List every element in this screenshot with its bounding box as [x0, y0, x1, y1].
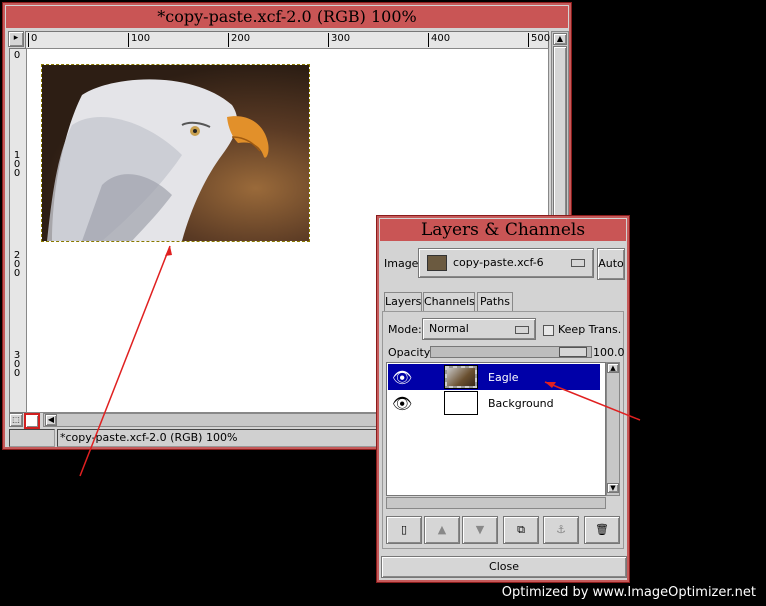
image-thumbnail-icon	[427, 255, 447, 271]
tab-layers[interactable]: Layers	[384, 292, 422, 311]
ruler-tick: 100	[13, 150, 21, 179]
layers-vertical-scrollbar[interactable]: ▲ ▼	[606, 362, 620, 496]
eagle-thumbnail-image	[447, 368, 475, 386]
keep-trans-label: Keep Trans.	[558, 323, 622, 336]
tab-channels[interactable]: Channels	[423, 292, 475, 311]
dropdown-icon	[515, 326, 529, 334]
ruler-tick: 100	[128, 33, 150, 47]
anchor-layer-button[interactable]: ⚓	[543, 516, 579, 544]
vertical-ruler: 0 100 200 300	[9, 48, 27, 413]
tab-paths[interactable]: Paths	[477, 292, 513, 311]
delete-layer-button[interactable]: 🗑	[584, 516, 620, 544]
layer-name: Eagle	[488, 371, 519, 384]
ruler-tick: 200	[13, 250, 21, 279]
ruler-tick: 300	[328, 33, 350, 47]
keep-trans-checkbox[interactable]	[543, 325, 554, 336]
status-bar: *copy-paste.xcf-2.0 (RGB) 100%	[57, 429, 401, 447]
ruler-tick: 0	[28, 33, 37, 47]
quickmask-on-button[interactable]	[24, 413, 40, 429]
mode-select-value: Normal	[429, 322, 469, 335]
quickmask-off-button[interactable]: ⬚	[9, 413, 23, 427]
mode-select[interactable]: Normal	[422, 318, 536, 340]
image-label: Image:	[384, 257, 423, 270]
ruler-corner-button[interactable]: ▸	[8, 31, 24, 47]
visibility-eye-icon[interactable]: 👁	[392, 368, 412, 387]
scroll-up-button[interactable]: ▲	[553, 33, 567, 45]
scroll-up-button[interactable]: ▲	[607, 363, 619, 373]
ruler-tick: 300	[13, 350, 21, 379]
image-window-title: *copy-paste.xcf-2.0 (RGB) 100%	[6, 6, 568, 28]
mode-label: Mode:	[388, 323, 422, 336]
scroll-down-button[interactable]: ▼	[607, 483, 619, 493]
layer-name: Background	[488, 397, 554, 410]
lower-layer-button[interactable]: ▼	[462, 516, 498, 544]
raise-layer-button[interactable]: ▲	[424, 516, 460, 544]
new-layer-button[interactable]: ▯	[386, 516, 422, 544]
visibility-eye-icon[interactable]: 👁	[392, 394, 412, 413]
eagle-layer-image[interactable]	[41, 64, 310, 242]
layer-row-background[interactable]: 👁 Background	[388, 390, 600, 416]
opacity-slider[interactable]	[430, 346, 592, 358]
duplicate-layer-button[interactable]: ⧉	[503, 516, 539, 544]
auto-button[interactable]: Auto	[597, 248, 625, 280]
layers-dialog-title: Layers & Channels	[380, 219, 626, 241]
ruler-tick: 400	[428, 33, 450, 47]
horizontal-ruler: 0 100 200 300 400 500	[25, 31, 550, 49]
coordinates-field	[9, 429, 55, 447]
watermark-text: Optimized by www.ImageOptimizer.net	[501, 585, 756, 600]
layer-thumbnail-background	[444, 391, 478, 415]
ruler-tick: 200	[228, 33, 250, 47]
opacity-slider-handle[interactable]	[559, 347, 587, 357]
image-select[interactable]: copy-paste.xcf-6	[418, 248, 594, 278]
ruler-tick: 500	[528, 33, 550, 47]
opacity-value: 100.0	[593, 346, 625, 359]
dropdown-icon	[571, 259, 585, 267]
layers-horizontal-scrollbar[interactable]	[386, 497, 606, 509]
layer-row-eagle[interactable]: 👁 Eagle	[388, 364, 600, 390]
close-button[interactable]: Close	[381, 556, 627, 578]
layer-thumbnail-eagle	[444, 365, 478, 389]
scroll-left-button[interactable]: ◀	[45, 414, 57, 426]
opacity-label: Opacity:	[388, 346, 434, 359]
eagle-picture	[47, 79, 269, 241]
ruler-tick: 0	[13, 50, 21, 61]
image-select-value: copy-paste.xcf-6	[453, 256, 544, 269]
